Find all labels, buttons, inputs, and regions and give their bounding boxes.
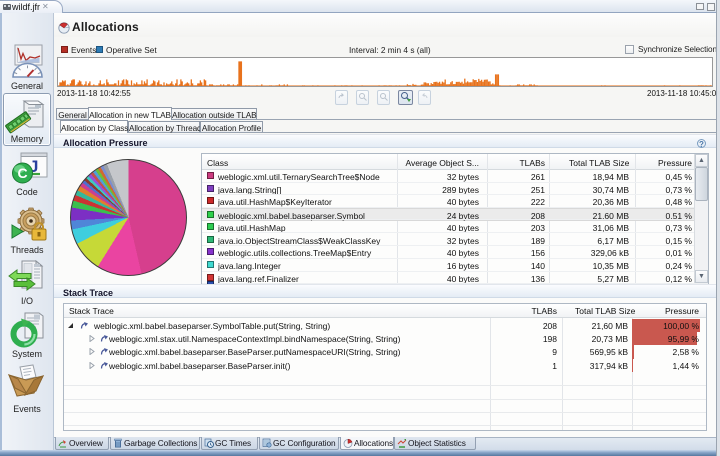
svg-text:C: C bbox=[18, 165, 28, 181]
